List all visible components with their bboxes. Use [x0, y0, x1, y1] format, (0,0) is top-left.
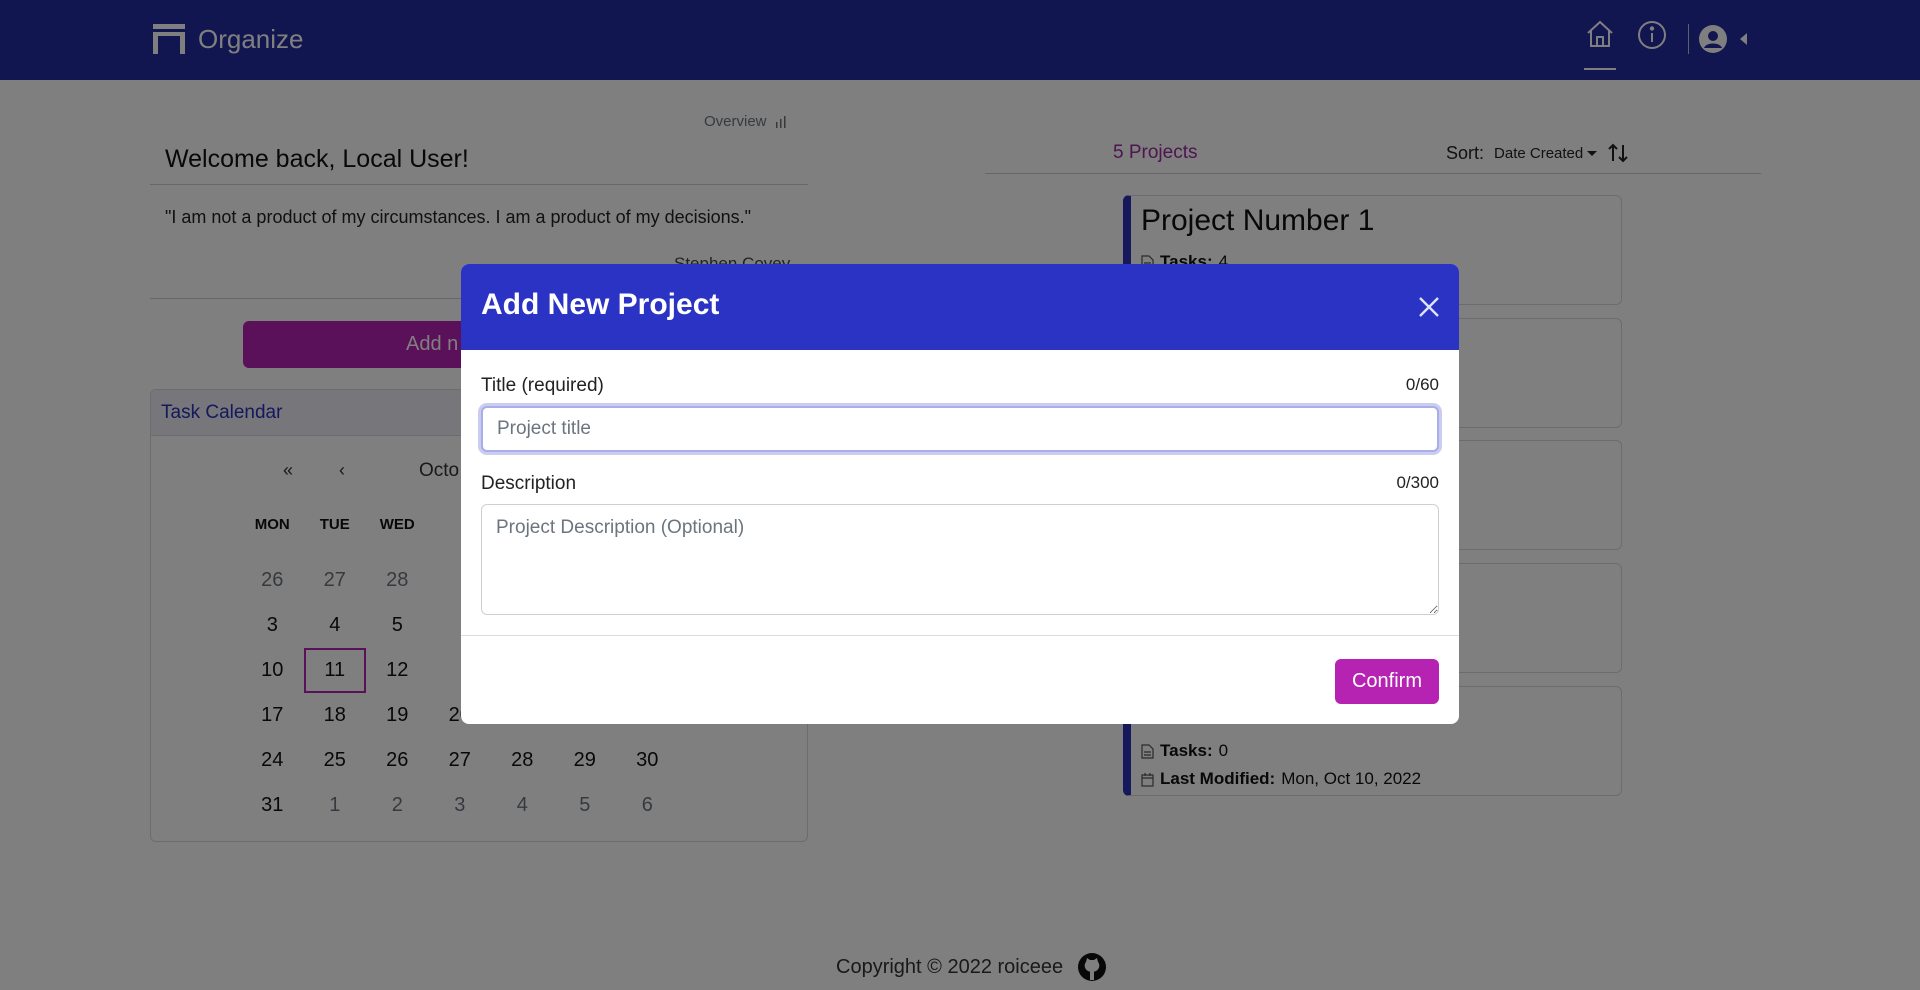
- modal-footer-divider: [461, 635, 1459, 636]
- project-title-input[interactable]: [481, 406, 1439, 452]
- add-project-modal: Add New Project Title (required) 0/60 De…: [461, 264, 1459, 724]
- title-char-counter: 0/60: [1405, 375, 1439, 394]
- description-char-counter: 0/300: [1396, 473, 1439, 492]
- description-label: Description: [481, 473, 577, 494]
- title-label: Title (required): [481, 375, 604, 396]
- close-icon[interactable]: [1417, 295, 1441, 319]
- project-description-input[interactable]: [481, 504, 1439, 615]
- modal-header: Add New Project: [461, 264, 1459, 350]
- confirm-button[interactable]: Confirm: [1335, 659, 1439, 704]
- modal-title: Add New Project: [481, 288, 720, 321]
